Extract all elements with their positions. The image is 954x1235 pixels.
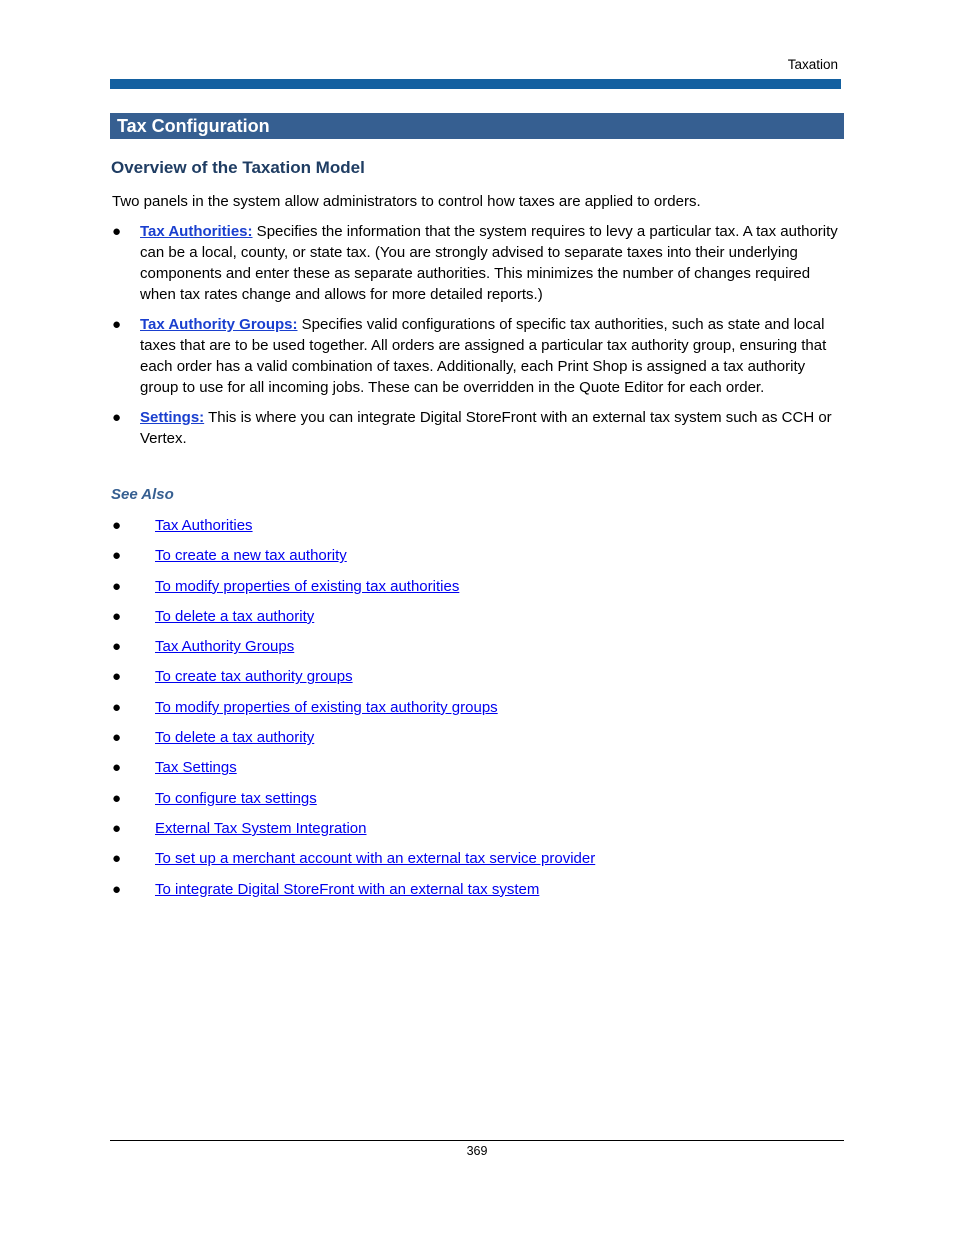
bullet-icon: ● (112, 577, 122, 595)
see-also-item: ● To integrate Digital StoreFront with an… (112, 879, 595, 909)
bullet-icon: ● (112, 819, 122, 837)
see-also-link[interactable]: To integrate Digital StoreFront with an … (155, 881, 539, 898)
bullet-icon: ● (112, 517, 122, 534)
see-also-item: ● External Tax System Integration (112, 818, 595, 848)
see-also-link[interactable]: Tax Authority Groups (155, 638, 294, 655)
see-also-link[interactable]: External Tax System Integration (155, 820, 367, 837)
see-also-item: ● To create a new tax authority (112, 545, 595, 575)
see-also-link[interactable]: To create a new tax authority (155, 547, 347, 564)
see-also-item: ● To configure tax settings (112, 788, 595, 818)
tax-authorities-link[interactable]: Tax Authorities: (140, 223, 253, 240)
header-bar (110, 79, 841, 89)
bullet-icon: ● (112, 547, 122, 565)
see-also-link[interactable]: To set up a merchant account with an ext… (155, 850, 595, 867)
see-also-link[interactable]: Tax Authorities (155, 517, 253, 534)
bullet-icon: ● (112, 759, 122, 777)
bullet-icon: ● (112, 638, 122, 656)
bullet-icon: ● (112, 668, 122, 686)
bullet-icon: ● (112, 316, 122, 333)
bullet-icon: ● (112, 223, 122, 240)
settings-link[interactable]: Settings: (140, 409, 204, 426)
panel-list: ● Tax Authorities: Specifies the informa… (112, 221, 842, 458)
see-also-item: ● To modify properties of existing tax au… (112, 697, 595, 727)
see-also-item: ● To set up a merchant account with an ex… (112, 848, 595, 878)
section-title: Tax Configuration (110, 113, 844, 139)
footer-divider (110, 1140, 844, 1141)
see-also-link[interactable]: To delete a tax authority (155, 729, 314, 746)
see-also-item: ● To delete a tax authority (112, 727, 595, 757)
see-also-link[interactable]: Tax Settings (155, 759, 237, 776)
see-also-item: ● To delete a tax authority (112, 606, 595, 636)
bullet-icon: ● (112, 850, 122, 868)
see-also-link[interactable]: To delete a tax authority (155, 608, 314, 625)
list-item: ● Tax Authorities: Specifies the informa… (112, 221, 842, 305)
see-also-list: ● Tax Authorities ● To create a new tax au… (112, 515, 595, 909)
see-also-link[interactable]: To configure tax settings (155, 790, 317, 807)
list-item-text: This is where you can integrate Digital … (140, 409, 832, 447)
bullet-icon: ● (112, 607, 122, 625)
bullet-icon: ● (112, 729, 122, 747)
bullet-icon: ● (112, 409, 122, 426)
see-also-heading: See Also (111, 486, 174, 503)
subsection-title: Overview of the Taxation Model (111, 158, 365, 177)
see-also-item: ● To modify properties of existing tax au… (112, 576, 595, 606)
see-also-item: ● Tax Authorities (112, 515, 595, 545)
see-also-item: ● Tax Settings (112, 757, 595, 787)
see-also-link[interactable]: To modify properties of existing tax aut… (155, 699, 498, 716)
list-item: ● Settings: This is where you can integr… (112, 407, 842, 449)
tax-authority-groups-link[interactable]: Tax Authority Groups: (140, 316, 298, 333)
bullet-icon: ● (112, 789, 122, 807)
running-header: Taxation (787, 57, 838, 72)
see-also-link[interactable]: To modify properties of existing tax aut… (155, 578, 459, 595)
page-number: 369 (466, 1144, 488, 1158)
intro-paragraph: Two panels in the system allow administr… (112, 193, 701, 210)
bullet-icon: ● (112, 880, 122, 898)
list-item: ● Tax Authority Groups: Specifies valid … (112, 314, 842, 398)
bullet-icon: ● (112, 698, 122, 716)
see-also-link[interactable]: To create tax authority groups (155, 668, 353, 685)
see-also-item: ● Tax Authority Groups (112, 636, 595, 666)
see-also-item: ● To create tax authority groups (112, 666, 595, 696)
